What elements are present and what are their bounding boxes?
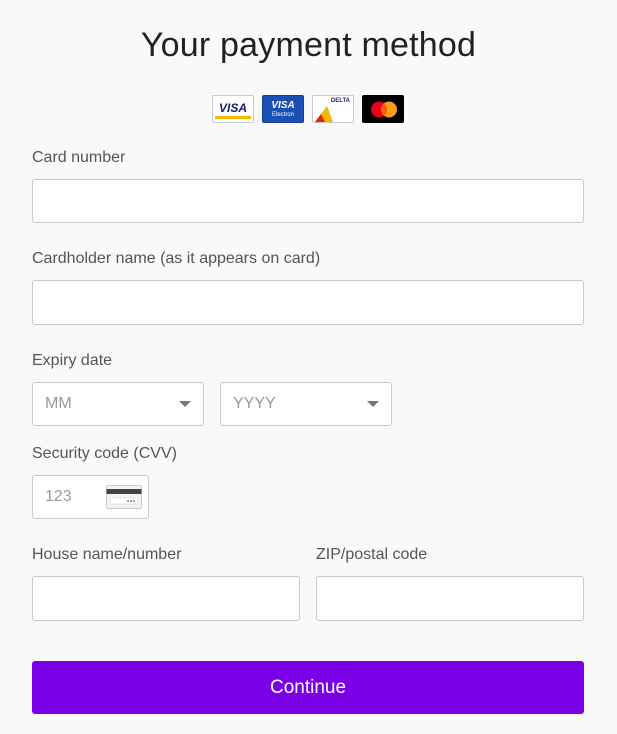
visa-electron-logo-icon: VISA Electron	[262, 95, 304, 123]
expiry-month-value: MM	[45, 395, 72, 412]
cardholder-name-input[interactable]	[32, 280, 584, 325]
delta-logo-icon: DELTA	[312, 95, 354, 123]
zip-label: ZIP/postal code	[316, 546, 428, 563]
visa-electron-logo-sub: Electron	[271, 112, 294, 118]
house-label: House name/number	[32, 546, 182, 563]
card-back-icon	[106, 485, 142, 509]
continue-button[interactable]: Continue	[32, 661, 584, 714]
cvv-placeholder: 123	[45, 488, 72, 505]
visa-electron-logo-text: VISA	[271, 100, 295, 111]
delta-logo-text: DELTA	[330, 98, 350, 104]
card-number-input[interactable]	[32, 179, 584, 223]
card-number-label: Card number	[32, 149, 126, 166]
visa-logo-text: VISA	[218, 101, 247, 115]
expiry-month-select[interactable]: MM	[32, 382, 204, 426]
expiry-year-value: YYYY	[233, 395, 276, 412]
visa-logo-icon: VISA	[212, 95, 254, 123]
chevron-down-icon	[179, 401, 191, 407]
house-input[interactable]	[32, 576, 300, 621]
expiry-date-label: Expiry date	[32, 352, 113, 369]
chevron-down-icon	[367, 401, 379, 407]
security-code-label: Security code (CVV)	[32, 445, 177, 462]
page-title: Your payment method	[140, 26, 477, 64]
zip-input[interactable]	[316, 576, 584, 621]
expiry-year-select[interactable]: YYYY	[220, 382, 392, 426]
card-logos: VISA VISA Electron DELTA	[212, 95, 404, 123]
cvv-input[interactable]: 123	[32, 475, 149, 519]
cardholder-name-label: Cardholder name (as it appears on card)	[32, 250, 321, 267]
mastercard-logo-icon	[362, 95, 404, 123]
